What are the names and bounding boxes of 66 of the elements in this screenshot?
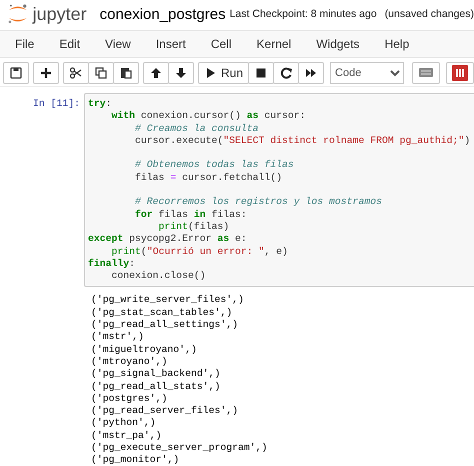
menu-item[interactable]: Kernel — [248, 33, 300, 55]
output-line: ('pg_execute_server_program',) — [91, 442, 268, 454]
save-status: (unsaved changes) — [384, 8, 474, 20]
code-line: # Recorremos los registros y los mostramos — [134, 196, 383, 209]
code-line: cursor.execute("SELECT distinct rolname FROM pg_authid;") — [134, 134, 472, 148]
code-line: # Obtenemos todas las filas — [134, 159, 295, 172]
paste-button[interactable] — [113, 62, 139, 84]
restart-icon — [279, 66, 294, 80]
down-arrow-icon — [174, 66, 188, 80]
menu-item[interactable]: File — [6, 33, 44, 55]
output-line: ('mtroyano',) — [91, 356, 168, 368]
menu-item[interactable]: Insert — [146, 33, 195, 55]
output-line: ('python',) — [91, 417, 156, 430]
output-line: ('pg_monitor',) — [91, 454, 180, 466]
stop-icon — [254, 66, 268, 80]
keyboard-button[interactable] — [412, 62, 440, 84]
input-prompt: In [11]: — [32, 97, 81, 111]
copy-button[interactable] — [88, 62, 114, 84]
move-up-button[interactable] — [143, 62, 169, 84]
output-line: ('pg_read_server_files',) — [91, 405, 238, 418]
menu-item[interactable]: Help — [376, 33, 418, 55]
restart-button[interactable] — [273, 62, 300, 84]
code-line: except psycopg2.Error as e: — [88, 233, 248, 246]
up-arrow-icon — [149, 66, 163, 80]
code-line: finally: — [88, 258, 136, 270]
copy-icon — [94, 66, 108, 80]
output-line: ('pg_signal_backend',) — [91, 368, 220, 381]
output-line: ('pg_read_all_settings',) — [91, 319, 238, 332]
output-line: ('pg_write_server_files',) — [91, 294, 244, 307]
menu-item[interactable]: Cell — [202, 33, 241, 55]
cut-button[interactable] — [63, 62, 89, 84]
menu-item[interactable]: View — [96, 33, 140, 55]
code-line: try: — [88, 98, 113, 110]
extension-button[interactable] — [446, 62, 474, 84]
output-line: ('pg_stat_scan_tables',) — [91, 306, 232, 320]
scissors-icon — [69, 66, 83, 80]
output-line: ('postgres',) — [91, 392, 168, 406]
code-line: for filas in filas: — [134, 208, 248, 221]
code-line: # Creamos la consulta — [134, 122, 260, 135]
code-line: print(filas) — [158, 220, 230, 234]
output-line: ('pg_read_all_stats',) — [91, 380, 220, 393]
run-button[interactable]: Run — [198, 62, 250, 84]
code-line: print("Ocurrió un error: ", e) — [110, 246, 289, 258]
logo-text: jupyter — [32, 4, 87, 24]
fast-forward-icon — [304, 66, 318, 80]
paste-icon — [119, 66, 133, 80]
stop-button[interactable] — [248, 62, 274, 84]
add-cell-button[interactable] — [33, 62, 59, 84]
save-button[interactable] — [3, 62, 29, 84]
notebook-title[interactable]: conexion_postgres — [100, 6, 226, 22]
cell-type-dropdown[interactable]: Code — [330, 62, 404, 84]
code-line: filas = cursor.fetchall() — [134, 172, 284, 184]
code-line: with conexion.cursor() as cursor: — [110, 110, 307, 123]
output-line: ('mstr_pa',) — [91, 430, 162, 442]
plus-icon — [39, 66, 53, 80]
save-icon — [9, 66, 23, 80]
menu-item[interactable]: Edit — [50, 33, 90, 55]
output-line: ('mstr',) — [91, 331, 144, 344]
move-down-button[interactable] — [168, 62, 194, 84]
checkpoint-text: Last Checkpoint: 8 minutes ago — [230, 8, 377, 20]
output-line: ('migueltroyano',) — [91, 344, 197, 356]
code-editor[interactable] — [84, 93, 474, 288]
run-all-button[interactable] — [298, 62, 324, 84]
menu-item[interactable]: Widgets — [307, 33, 369, 55]
code-line: conexion.close() — [110, 270, 207, 282]
columns-icon — [452, 65, 468, 81]
